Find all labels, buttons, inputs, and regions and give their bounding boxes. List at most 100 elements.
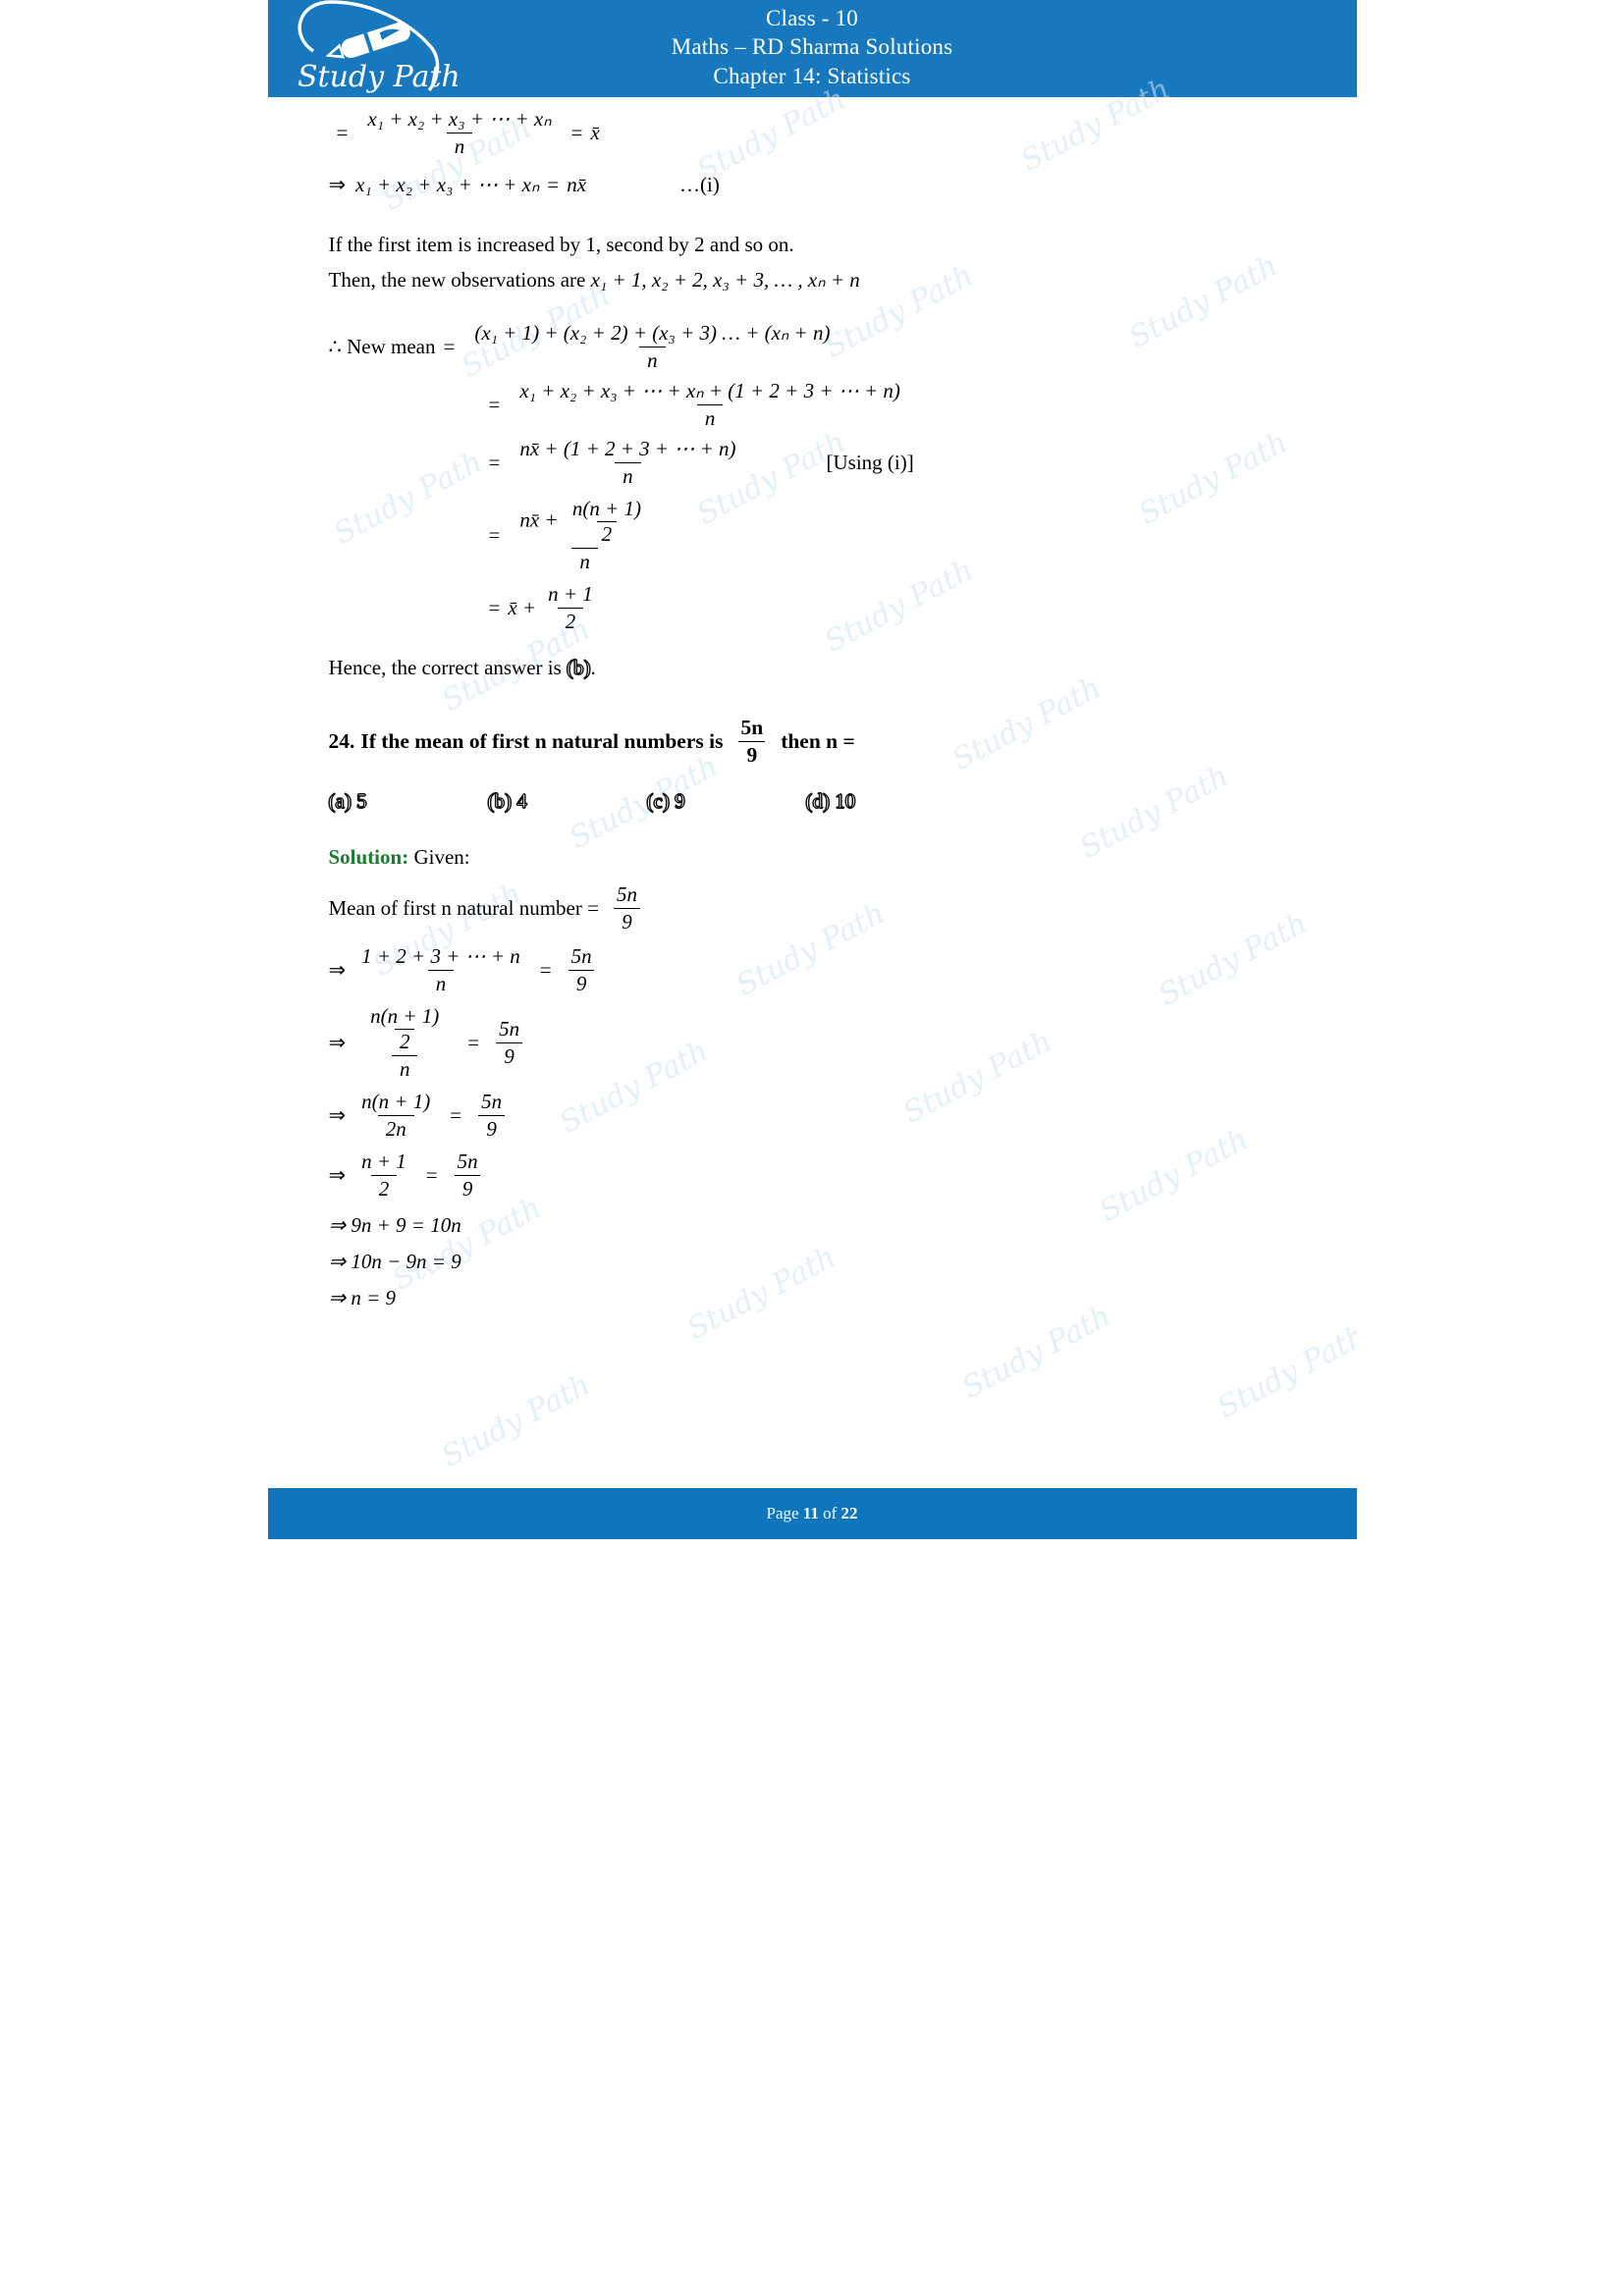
- fraction-numerator: 5n: [481, 1090, 503, 1114]
- option-a[interactable]: (a) 5: [328, 789, 488, 814]
- fraction-denominator: 9: [496, 1042, 522, 1069]
- hence-correct-answer: Hence, the correct answer is (b).: [329, 654, 1312, 683]
- implies-arrow: ⇒: [328, 1163, 347, 1188]
- implies-arrow: ⇒: [328, 173, 347, 196]
- solution-step-5: ⇒ 9n + 9 = 10n: [328, 1213, 461, 1238]
- sum-terms: x₁ + x₂ + x₃ + ⋯ + xₙ: [355, 173, 540, 196]
- footer-total-pages: 22: [840, 1504, 858, 1522]
- header-chapter-line: Chapter 14: Statistics: [713, 63, 911, 88]
- newmean-step-1: ∴ New mean = (x₁ + 1) + (x₂ + 2) + (x₃ +…: [329, 321, 1312, 373]
- header-class-line: Class - 10: [766, 6, 858, 30]
- fraction-numerator: n(n + 1) 2: [353, 1004, 456, 1055]
- fraction-newmean-step5: n + 1 2: [540, 582, 601, 634]
- solution-step-7: ⇒ n = 9: [328, 1286, 397, 1310]
- new-observations-math: x₁ + 1, x₂ + 2, x₃ + 3, … , xₙ + n: [590, 267, 860, 292]
- solution-given: Given:: [413, 845, 470, 870]
- solution-mean-text: Mean of first n natural number =: [328, 896, 599, 921]
- inner-fraction-numerator: n(n + 1): [370, 1004, 440, 1029]
- fraction-denominator: 2n: [377, 1115, 414, 1142]
- fraction-numerator: n + 1: [361, 1149, 406, 1174]
- inner-fraction-denominator: 2: [596, 520, 618, 547]
- question-24: 24. If the mean of first n natural numbe…: [329, 716, 1312, 768]
- newmean-label: ∴ New mean: [328, 334, 436, 358]
- equals-sign: =: [488, 595, 501, 619]
- option-b-label: (b): [487, 789, 512, 814]
- fraction-denominator: 9: [568, 970, 595, 996]
- question-text-before: If the mean of first n natural numbers i…: [360, 729, 724, 754]
- fraction-right: 5n 9: [473, 1090, 510, 1142]
- paragraph-new-observations: Then, the new observations are x₁ + 1, x…: [329, 266, 1312, 295]
- question-number: 24.: [328, 729, 355, 754]
- option-b[interactable]: (b) 4: [487, 789, 647, 814]
- fraction-denominator: n: [571, 547, 598, 574]
- fraction-denominator: 9: [478, 1115, 505, 1142]
- new-observations-prefix: Then, the new observations are: [328, 267, 591, 292]
- fraction-left: 1 + 2 + 3 + ⋯ + n n: [353, 944, 528, 996]
- fraction-numerator: n + 1: [548, 581, 593, 606]
- fraction-denominator: n: [446, 133, 473, 159]
- hence-prefix: Hence, the correct answer is: [328, 655, 568, 679]
- hence-answer-option: (b): [567, 655, 591, 679]
- fraction-numerator: 5n: [740, 716, 764, 740]
- option-c[interactable]: (c) 9: [646, 789, 806, 814]
- n-x-bar: nx̄: [567, 173, 587, 196]
- equals-sign: =: [450, 1103, 462, 1128]
- footer-page-number: 11: [802, 1504, 819, 1522]
- question-24-options: (a) 5 (b) 4 (c) 9 (d) 10: [328, 789, 1312, 814]
- fraction-numerator: x₁ + x₂ + x₃ + ⋯ + xₙ + (1 + 2 + 3 + ⋯ +…: [519, 378, 900, 402]
- equals-sign: =: [488, 392, 501, 416]
- solution-step-6: ⇒ 10n − 9n = 9: [328, 1250, 461, 1274]
- fraction-numerator: 5n: [457, 1149, 478, 1174]
- page-container: Study Path Class - 10 Maths – RD Sharma …: [267, 0, 1357, 1539]
- fraction-left: n(n + 1) 2n: [353, 1090, 438, 1142]
- watermark: Study Path: [955, 1299, 1116, 1406]
- fraction-numerator: nx̄ + n(n + 1) 2: [512, 497, 658, 548]
- footer-of: of: [823, 1504, 838, 1522]
- inner-fraction: n(n + 1) 2: [568, 497, 646, 547]
- solution-step-4: ⇒ n + 1 2 = 5n 9: [329, 1149, 1312, 1201]
- hence-suffix: .: [590, 655, 596, 679]
- watermark: Study Path: [1211, 1318, 1357, 1425]
- footer-page-prefix: Page: [766, 1504, 799, 1522]
- x-bar-plus: x̄ +: [508, 595, 537, 619]
- equals-sign: =: [467, 1031, 480, 1055]
- fraction-right: 5n 9: [491, 1017, 527, 1069]
- implies-arrow: ⇒: [328, 1031, 347, 1055]
- fraction-numerator: nx̄ + (1 + 2 + 3 + ⋯ + n): [519, 436, 736, 460]
- equals-sign: =: [425, 1163, 438, 1188]
- solution-heading: Solution: Given:: [329, 843, 1312, 873]
- option-c-label: (c): [646, 789, 670, 814]
- x-bar-value: x̄: [590, 121, 600, 144]
- page-footer: Page 11 of 22: [267, 1488, 1357, 1539]
- equals-sign: =: [539, 958, 552, 983]
- watermark: Study Path: [435, 1367, 596, 1474]
- page-content: = x₁ + x₂ + x₃ + ⋯ + xₙ n = x̄ ⇒ x₁ + x₂…: [268, 97, 1357, 1310]
- inner-fraction-denominator: 2: [394, 1029, 415, 1054]
- newmean-step-3: = nx̄ + (1 + 2 + 3 + ⋯ + n) n [Using (i)…: [329, 437, 1312, 489]
- option-d-value: 10: [835, 789, 856, 814]
- newmean-step-5: = x̄ + n + 1 2: [329, 582, 1312, 634]
- equals-sign: =: [443, 334, 456, 358]
- fraction-newmean-step4: nx̄ + n(n + 1) 2 n: [512, 497, 658, 574]
- fraction-denominator: n: [427, 970, 455, 996]
- option-d[interactable]: (d) 10: [805, 789, 965, 814]
- n-x-bar-plus: nx̄ +: [519, 507, 559, 531]
- fraction-numerator: 5n: [570, 944, 592, 969]
- option-b-value: 4: [516, 789, 527, 814]
- fraction-numerator: 1 + 2 + 3 + ⋯ + n: [361, 944, 520, 969]
- fraction-right: 5n 9: [564, 944, 600, 996]
- equation-sum-equals-nxbar: ⇒ x₁ + x₂ + x₃ + ⋯ + xₙ = nx̄ …(i): [329, 173, 1312, 197]
- fraction-right: 5n 9: [450, 1149, 486, 1201]
- implies-arrow: ⇒: [328, 958, 347, 983]
- header-title-block: Class - 10 Maths – RD Sharma Solutions C…: [268, 4, 1357, 90]
- fraction-denominator: 2: [557, 607, 584, 634]
- fraction-numerator: 5n: [616, 882, 637, 907]
- fraction-denominator: 9: [614, 908, 640, 934]
- solution-step-3: ⇒ n(n + 1) 2n = 5n 9: [329, 1090, 1312, 1142]
- equation-mean-definition: = x₁ + x₂ + x₃ + ⋯ + xₙ n = x̄: [329, 107, 1312, 159]
- fraction-denominator: n: [639, 346, 666, 373]
- fraction-denominator: n: [615, 461, 641, 489]
- fraction-denominator: 9: [454, 1175, 481, 1201]
- fraction-denominator: 2: [370, 1175, 398, 1201]
- solution-step-1: ⇒ 1 + 2 + 3 + ⋯ + n n = 5n 9: [329, 944, 1312, 996]
